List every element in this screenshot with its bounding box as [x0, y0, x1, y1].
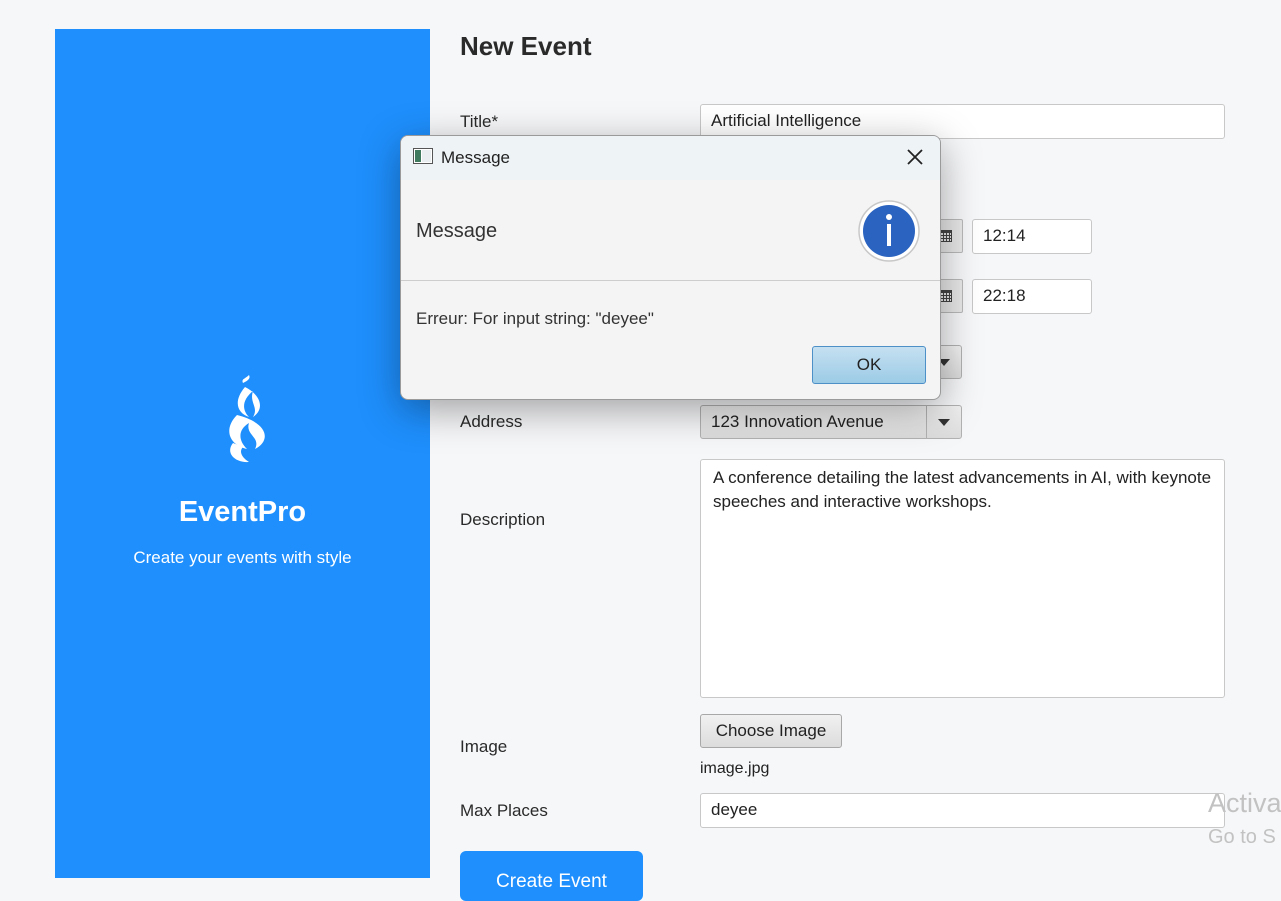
- description-label: Description: [460, 510, 546, 529]
- end-time-input[interactable]: 22:18: [972, 279, 1092, 314]
- start-time-input[interactable]: 12:14: [972, 219, 1092, 254]
- close-icon[interactable]: [904, 146, 926, 168]
- chevron-down-icon: [926, 406, 961, 438]
- app-window-icon: [413, 148, 433, 164]
- windows-activation-watermark: Activa Go to S: [1208, 786, 1281, 854]
- ok-button[interactable]: OK: [812, 346, 926, 384]
- page-title: New Event: [460, 31, 592, 61]
- message-dialog: Message Message Erreur: For input string…: [400, 135, 941, 400]
- brand-name: EventPro: [178, 496, 307, 528]
- dialog-content: Erreur: For input string: "deyee": [416, 309, 654, 328]
- image-label: Image: [460, 737, 508, 756]
- dialog-title: Message: [441, 148, 510, 167]
- address-value: 123 Innovation Avenue: [711, 412, 884, 431]
- max-places-label: Max Places: [460, 801, 548, 820]
- create-event-button[interactable]: Create Event: [460, 851, 643, 901]
- address-label: Address: [460, 412, 523, 431]
- brand-tagline: Create your events with style: [133, 548, 352, 567]
- watermark-line1: Activa: [1208, 788, 1281, 818]
- dialog-header: Message: [401, 180, 940, 281]
- address-combo[interactable]: 123 Innovation Avenue: [700, 405, 962, 439]
- title-label: Title*: [460, 112, 499, 131]
- dialog-header-text: Message: [416, 220, 498, 242]
- watermark-line2: Go to S: [1208, 826, 1276, 848]
- calendar-icon: [939, 230, 952, 242]
- title-input[interactable]: Artificial Intelligence: [700, 104, 1225, 139]
- flame-logo-icon: [229, 375, 265, 463]
- brand-sidebar: EventPro Create your events with style: [55, 29, 430, 878]
- choose-image-button[interactable]: Choose Image: [700, 714, 842, 748]
- calendar-icon: [939, 290, 952, 302]
- image-filename: image.jpg: [700, 760, 770, 777]
- max-places-input[interactable]: deyee: [700, 793, 1225, 828]
- info-icon: [858, 200, 920, 262]
- description-textarea[interactable]: A conference detailing the latest advanc…: [700, 459, 1225, 698]
- dialog-titlebar[interactable]: Message: [401, 136, 940, 180]
